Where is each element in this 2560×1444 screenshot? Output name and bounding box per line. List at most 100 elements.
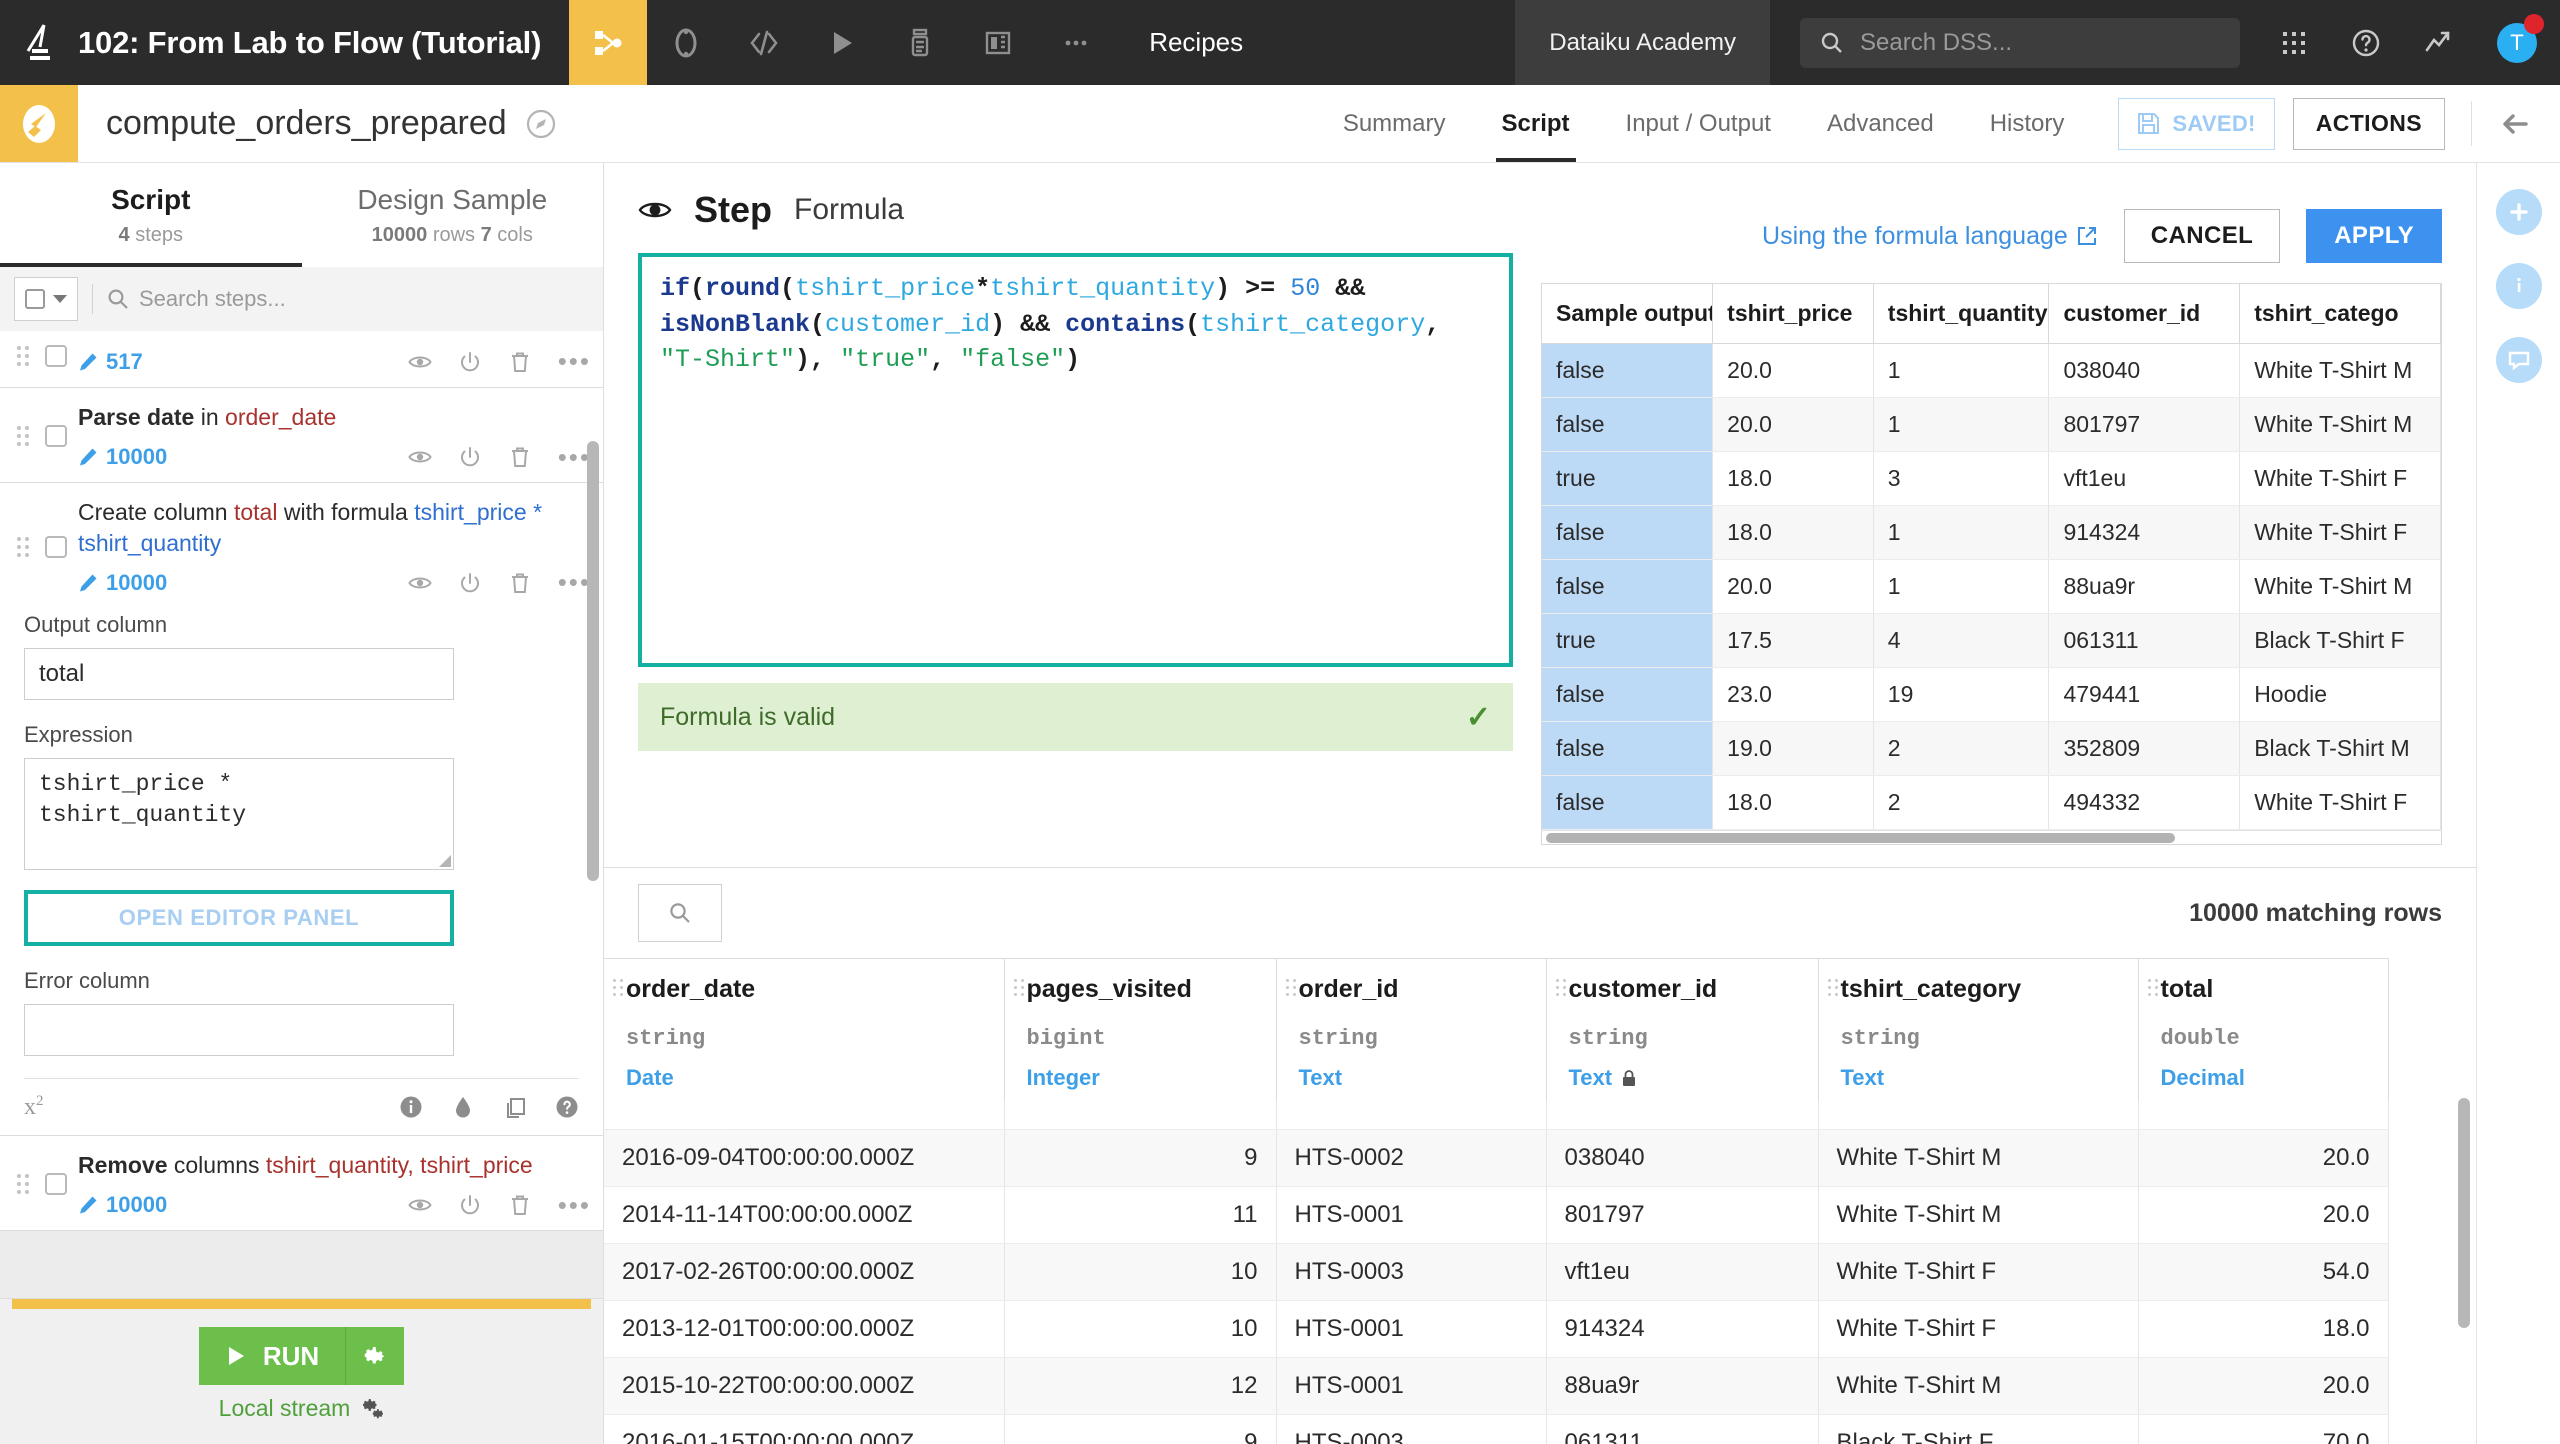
column-meaning[interactable]: Decimal <box>2161 1065 2374 1091</box>
trend-arrow-icon[interactable] <box>2402 0 2474 85</box>
run-button[interactable]: RUN <box>198 1327 347 1385</box>
recipes-menu[interactable]: Recipes <box>1115 0 1277 85</box>
step-row-count[interactable]: 10000 <box>78 444 167 470</box>
column-header[interactable]: order_id string Text <box>1276 958 1547 1101</box>
more-dots-icon[interactable]: ••• <box>558 444 591 469</box>
dashboard-icon[interactable] <box>959 0 1037 85</box>
step-checkbox[interactable] <box>45 345 67 367</box>
column-meaning[interactable]: Integer <box>1027 1065 1262 1091</box>
recipe-header: compute_orders_prepared Summary Script I… <box>0 85 2560 163</box>
engine-selector[interactable]: Local stream <box>219 1395 385 1422</box>
output-column-input[interactable]: total <box>24 648 454 701</box>
error-column-input[interactable] <box>24 1004 454 1057</box>
more-dots-icon[interactable]: ••• <box>558 1192 591 1217</box>
jobs-play-icon[interactable] <box>803 0 881 85</box>
chat-bubble-icon[interactable] <box>2495 337 2542 383</box>
column-drag-handle-icon[interactable] <box>1285 979 1296 996</box>
column-header[interactable]: total double Decimal <box>2138 958 2389 1101</box>
grid-search-input[interactable] <box>638 884 722 942</box>
step-row-count[interactable]: 517 <box>78 349 143 375</box>
project-title[interactable]: 102: From Lab to Flow (Tutorial) <box>78 0 569 85</box>
info-circle-icon[interactable] <box>2495 263 2542 309</box>
expression-textarea[interactable]: tshirt_price * tshirt_quantity <box>24 758 454 871</box>
drag-handle-icon[interactable] <box>12 337 34 375</box>
list-item[interactable]: Remove columns tshirt_quantity, tshirt_p… <box>0 1135 603 1232</box>
cancel-button[interactable]: CANCEL <box>2123 209 2281 263</box>
column-header[interactable]: order_date string Date <box>604 958 1005 1101</box>
drag-handle-icon[interactable] <box>12 497 34 596</box>
drag-handle-icon[interactable] <box>12 402 34 470</box>
table-row: 2017-02-26T00:00:00.000Z 10 HTS-0003 vft1eu… <box>604 1243 2389 1301</box>
column-meaning[interactable]: Text <box>1569 1065 1804 1091</box>
topnav-spacer <box>1277 0 1515 85</box>
eye-icon[interactable] <box>638 193 672 227</box>
sample-horizontal-scrollbar[interactable] <box>1542 830 2441 844</box>
column-drag-handle-icon[interactable] <box>2147 979 2158 996</box>
column-meaning[interactable]: Text <box>1299 1065 1532 1091</box>
list-item[interactable]: 517 ••• <box>0 331 603 388</box>
formula-mode-icon[interactable]: x2 <box>24 1093 44 1121</box>
list-item[interactable]: Create column total with formula tshirt_… <box>0 483 603 609</box>
code-icon[interactable] <box>725 0 803 85</box>
step-row-count[interactable]: 10000 <box>78 1192 167 1218</box>
sidebar-scrollbar[interactable] <box>587 441 599 881</box>
column-header[interactable]: customer_id string Text <box>1546 958 1819 1101</box>
dataiku-bird-icon[interactable] <box>0 0 78 85</box>
run-settings-button[interactable] <box>346 1327 405 1385</box>
search-input[interactable]: Search DSS... <box>1800 17 2240 68</box>
table-cell: 18.0 <box>1712 505 1874 560</box>
quality-bar-cell <box>1818 1101 2139 1130</box>
column-header[interactable]: pages_visited bigint Integer <box>1004 958 1277 1101</box>
table-cell: 18.0 <box>2138 1300 2389 1358</box>
drag-handle-icon[interactable] <box>12 1150 34 1218</box>
step-checkbox[interactable] <box>45 1173 67 1196</box>
tab-script[interactable]: Script <box>1474 85 1598 162</box>
select-all-checkbox[interactable] <box>25 289 45 309</box>
more-dots-icon[interactable]: ••• <box>558 570 591 595</box>
column-header[interactable]: tshirt_category string Text <box>1818 958 2139 1101</box>
chevron-down-icon[interactable] <box>53 295 67 303</box>
lab-icon[interactable] <box>647 0 725 85</box>
column-drag-handle-icon[interactable] <box>1827 979 1838 996</box>
step-content: 517 ••• <box>78 337 591 375</box>
apply-button[interactable]: APPLY <box>2306 209 2442 263</box>
sidebar-tab-script[interactable]: Script 4 steps <box>0 163 302 267</box>
formula-code-editor[interactable]: if(round(tshirt_price*tshirt_quantity) >… <box>638 253 1513 667</box>
arrow-left-icon[interactable] <box>2472 85 2560 162</box>
grid-vertical-scrollbar[interactable] <box>2458 1098 2470 1328</box>
column-drag-handle-icon[interactable] <box>1013 979 1024 996</box>
dataiku-academy-link[interactable]: Dataiku Academy <box>1515 0 1770 85</box>
help-circle-icon[interactable] <box>2330 0 2402 85</box>
table-header-row: Sample output tshirt_price tshirt_quantity… <box>1542 284 2441 344</box>
step-checkbox[interactable] <box>45 535 67 558</box>
user-avatar-button[interactable]: T <box>2474 0 2560 85</box>
actions-button[interactable]: ACTIONS <box>2292 97 2445 150</box>
sidebar-tab-design-sample[interactable]: Design Sample 10000 rows 7 cols <box>302 163 604 267</box>
search-steps-input[interactable]: Search steps... <box>139 286 286 312</box>
step-title: Parse date in order_date <box>78 404 337 430</box>
plus-circle-icon[interactable] <box>2495 189 2542 235</box>
tab-input-output[interactable]: Input / Output <box>1598 85 1799 162</box>
formula-language-link[interactable]: Using the formula language <box>1762 222 2098 251</box>
saved-button[interactable]: SAVED! <box>2118 97 2275 150</box>
apps-grid-icon[interactable] <box>2258 0 2330 85</box>
tab-advanced[interactable]: Advanced <box>1799 85 1962 162</box>
step-row-count[interactable]: 10000 <box>78 570 167 596</box>
flow-icon[interactable] <box>569 0 648 85</box>
tab-summary[interactable]: Summary <box>1315 85 1474 162</box>
column-drag-handle-icon[interactable] <box>613 979 623 996</box>
open-editor-panel-button[interactable]: OPEN EDITOR PANEL <box>24 890 454 947</box>
column-drag-handle-icon[interactable] <box>1555 979 1566 996</box>
column-meaning[interactable]: Text <box>1841 1065 2124 1091</box>
list-item[interactable]: Parse date in order_date 10000 ••• <box>0 388 603 484</box>
saved-label: SAVED! <box>2172 110 2256 136</box>
automation-icon[interactable] <box>881 0 959 85</box>
tab-history[interactable]: History <box>1962 85 2093 162</box>
more-dots-icon[interactable]: ••• <box>558 349 591 374</box>
select-all-steps-dropdown[interactable] <box>14 277 78 321</box>
compass-icon[interactable] <box>525 108 557 140</box>
more-dots-icon[interactable] <box>1037 0 1115 85</box>
table-cell: 352809 <box>2048 721 2241 776</box>
column-meaning[interactable]: Date <box>626 1065 990 1091</box>
step-checkbox[interactable] <box>45 425 67 448</box>
